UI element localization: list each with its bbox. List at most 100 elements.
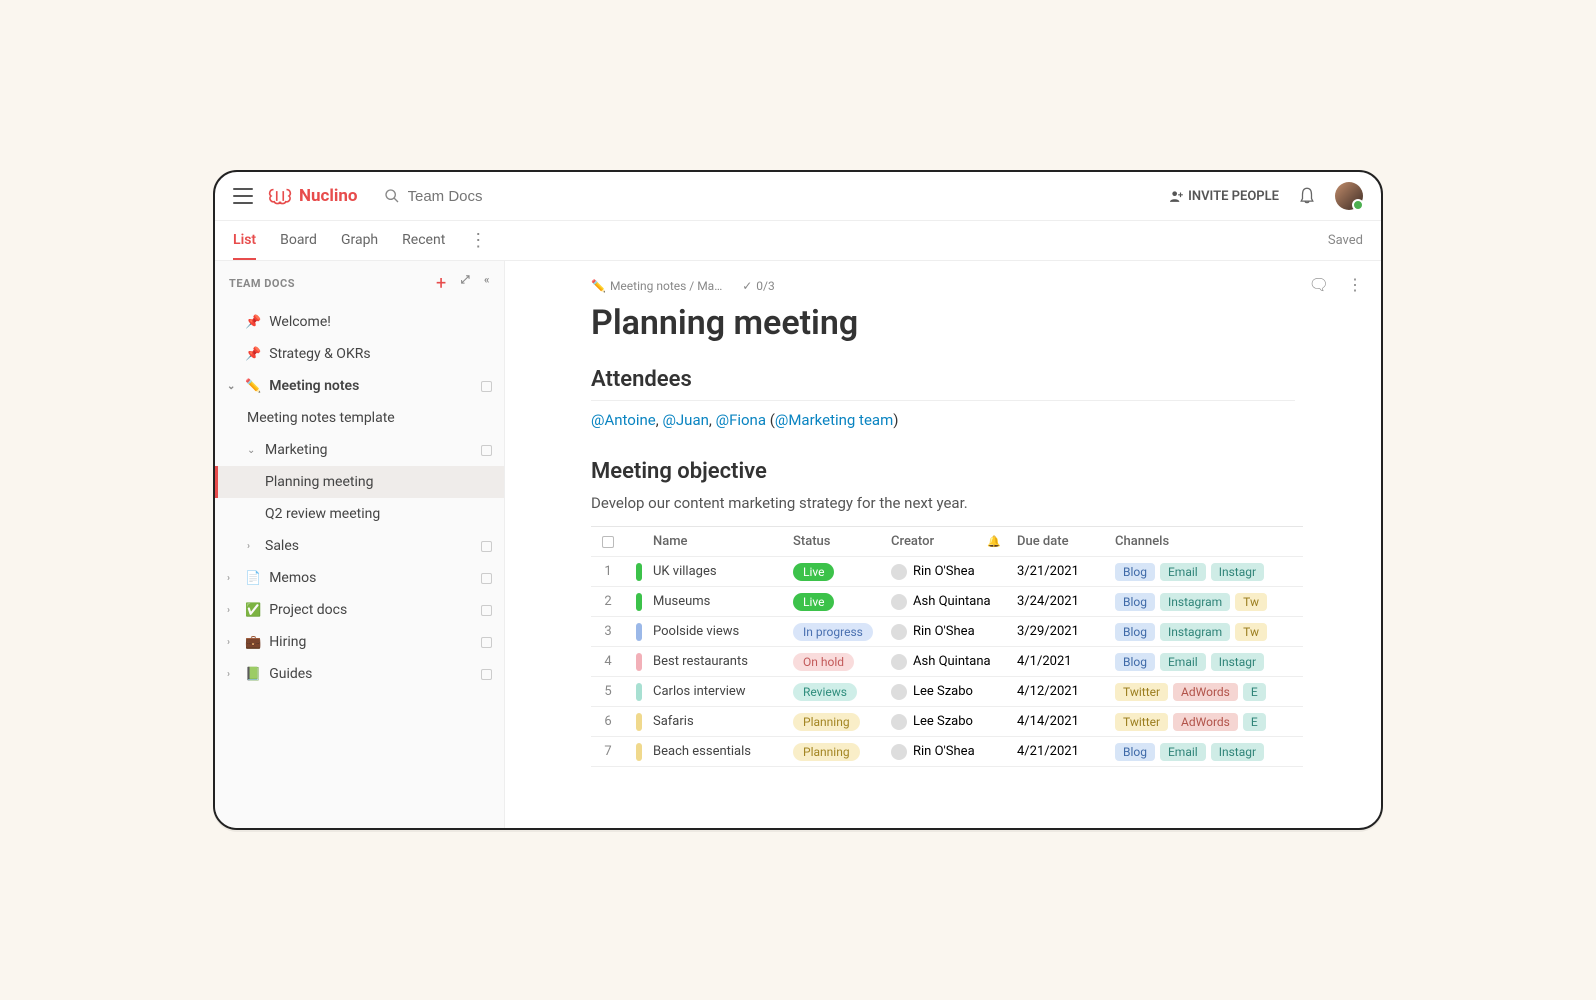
task-progress[interactable]: ✓0/3	[742, 279, 775, 293]
avatar[interactable]	[1335, 182, 1363, 210]
row-name[interactable]: Beach essentials	[653, 744, 793, 759]
tab-board[interactable]: Board	[280, 221, 317, 260]
page-title[interactable]: Planning meeting	[583, 303, 1303, 343]
table-row[interactable]: 3Poolside viewsIn progressRin O'Shea3/29…	[591, 617, 1303, 647]
row-name[interactable]: Safaris	[653, 714, 793, 729]
breadcrumb[interactable]: ✏️Meeting notes / Ma…	[591, 279, 722, 293]
creator-cell[interactable]: Lee Szabo	[891, 714, 1017, 730]
due-date[interactable]: 4/14/2021	[1017, 714, 1115, 729]
row-name[interactable]: Carlos interview	[653, 684, 793, 699]
due-date[interactable]: 3/21/2021	[1017, 564, 1115, 579]
item-box-icon[interactable]	[481, 445, 492, 456]
tab-graph[interactable]: Graph	[341, 221, 378, 260]
channel-chip[interactable]: Instagram	[1160, 593, 1230, 611]
sidebar-item-template[interactable]: Meeting notes template	[215, 402, 504, 434]
status-pill[interactable]: In progress	[793, 623, 873, 641]
expand-icon[interactable]: ⤢	[461, 273, 470, 294]
item-box-icon[interactable]	[481, 381, 492, 392]
table-row[interactable]: 7Beach essentialsPlanningRin O'Shea4/21/…	[591, 737, 1303, 767]
due-date[interactable]: 4/1/2021	[1017, 654, 1115, 669]
table-row[interactable]: 5Carlos interviewReviewsLee Szabo4/12/20…	[591, 677, 1303, 707]
row-name[interactable]: Museums	[653, 594, 793, 609]
row-name[interactable]: Best restaurants	[653, 654, 793, 669]
sidebar-item-planning-meeting[interactable]: Planning meeting	[215, 466, 504, 498]
due-date[interactable]: 4/21/2021	[1017, 744, 1115, 759]
channel-chip[interactable]: Blog	[1115, 653, 1155, 671]
channel-chip[interactable]: Instagram	[1160, 623, 1230, 641]
col-channels[interactable]: Channels	[1115, 534, 1303, 549]
channel-chip[interactable]: Instagr	[1211, 653, 1264, 671]
due-date[interactable]: 3/24/2021	[1017, 594, 1115, 609]
table-row[interactable]: 1UK villagesLiveRin O'Shea3/21/2021BlogE…	[591, 557, 1303, 587]
mention-juan[interactable]: @Juan	[662, 411, 708, 429]
sidebar-item-welcome[interactable]: 📌Welcome!	[215, 306, 504, 338]
brand-logo[interactable]: Nuclino	[267, 186, 358, 206]
select-all-checkbox[interactable]	[602, 536, 614, 548]
channel-chip[interactable]: Email	[1160, 653, 1206, 671]
channel-chip[interactable]: Tw	[1235, 593, 1267, 611]
table-row[interactable]: 2MuseumsLiveAsh Quintana3/24/2021BlogIns…	[591, 587, 1303, 617]
status-pill[interactable]: Live	[793, 563, 834, 581]
row-name[interactable]: Poolside views	[653, 624, 793, 639]
row-name[interactable]: UK villages	[653, 564, 793, 579]
item-box-icon[interactable]	[481, 573, 492, 584]
table-row[interactable]: 6SafarisPlanningLee Szabo4/14/2021Twitte…	[591, 707, 1303, 737]
mention-antoine[interactable]: @Antoine	[591, 411, 656, 429]
due-date[interactable]: 3/29/2021	[1017, 624, 1115, 639]
sidebar-item-strategy[interactable]: 📌Strategy & OKRs	[215, 338, 504, 370]
sidebar-item-q2-review[interactable]: Q2 review meeting	[215, 498, 504, 530]
item-box-icon[interactable]	[481, 637, 492, 648]
comments-icon[interactable]: 🗨	[1309, 275, 1329, 294]
search-box[interactable]	[384, 188, 1157, 205]
channel-chip[interactable]: Instagr	[1211, 563, 1264, 581]
channel-chip[interactable]: Email	[1160, 743, 1206, 761]
creator-cell[interactable]: Ash Quintana	[891, 654, 1017, 670]
tab-more-icon[interactable]: ⋮	[469, 230, 487, 251]
col-name[interactable]: Name	[653, 534, 793, 549]
table-row[interactable]: 4Best restaurantsOn holdAsh Quintana4/1/…	[591, 647, 1303, 677]
tab-list[interactable]: List	[233, 221, 256, 260]
channel-chip[interactable]: Blog	[1115, 563, 1155, 581]
channel-chip[interactable]: Blog	[1115, 743, 1155, 761]
col-duedate[interactable]: Due date	[1017, 534, 1115, 549]
channel-chip[interactable]: Instagr	[1211, 743, 1264, 761]
channel-chip[interactable]: Tw	[1235, 623, 1267, 641]
more-icon[interactable]: ⋮	[1347, 275, 1363, 294]
channel-chip[interactable]: AdWords	[1173, 713, 1238, 731]
sidebar-item-marketing[interactable]: ⌄Marketing	[215, 434, 504, 466]
bell-icon[interactable]	[1299, 187, 1315, 205]
status-pill[interactable]: Live	[793, 593, 834, 611]
col-creator[interactable]: Creator	[891, 534, 934, 549]
creator-cell[interactable]: Ash Quintana	[891, 594, 1017, 610]
item-box-icon[interactable]	[481, 541, 492, 552]
creator-cell[interactable]: Rin O'Shea	[891, 744, 1017, 760]
due-date[interactable]: 4/12/2021	[1017, 684, 1115, 699]
status-pill[interactable]: Planning	[793, 743, 860, 761]
mention-fiona[interactable]: @Fiona	[716, 411, 766, 429]
channel-chip[interactable]: AdWords	[1173, 683, 1238, 701]
sidebar-item-guides[interactable]: ›📗Guides	[215, 658, 504, 690]
channel-chip[interactable]: Email	[1160, 563, 1206, 581]
sidebar-item-sales[interactable]: ›Sales	[215, 530, 504, 562]
status-pill[interactable]: Reviews	[793, 683, 857, 701]
creator-cell[interactable]: Lee Szabo	[891, 684, 1017, 700]
notify-col-icon[interactable]: 🔔	[987, 535, 1011, 548]
item-box-icon[interactable]	[481, 605, 492, 616]
collapse-icon[interactable]: «	[484, 273, 490, 294]
channel-chip[interactable]: E	[1243, 683, 1266, 701]
channel-chip[interactable]: Blog	[1115, 623, 1155, 641]
menu-icon[interactable]	[233, 188, 253, 204]
status-pill[interactable]: Planning	[793, 713, 860, 731]
search-input[interactable]	[408, 188, 588, 205]
channel-chip[interactable]: Twitter	[1115, 683, 1168, 701]
add-page-icon[interactable]: +	[436, 273, 447, 294]
invite-button[interactable]: INVITE PEOPLE	[1170, 189, 1279, 204]
creator-cell[interactable]: Rin O'Shea	[891, 624, 1017, 640]
creator-cell[interactable]: Rin O'Shea	[891, 564, 1017, 580]
channel-chip[interactable]: Blog	[1115, 593, 1155, 611]
col-status[interactable]: Status	[793, 534, 891, 549]
status-pill[interactable]: On hold	[793, 653, 854, 671]
sidebar-item-memos[interactable]: ›📄Memos	[215, 562, 504, 594]
tab-recent[interactable]: Recent	[402, 221, 445, 260]
sidebar-item-meeting-notes[interactable]: ⌄✏️Meeting notes	[215, 370, 504, 402]
